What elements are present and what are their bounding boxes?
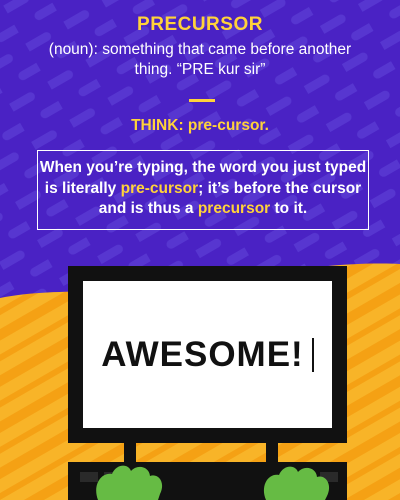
- explanation-highlight2: precursor: [197, 200, 271, 217]
- explanation-highlight1: pre-cursor: [120, 179, 199, 197]
- screen-content: AWESOME!: [83, 281, 332, 428]
- think-hint: THINK: pre-cursor.: [131, 117, 269, 134]
- word-title: PRECURSOR: [137, 14, 263, 35]
- screen-word: AWESOME!: [101, 334, 304, 374]
- text-cursor: [311, 337, 314, 372]
- explanation-part3: to it.: [270, 200, 308, 217]
- definition-text: (noun): something that came before anoth…: [48, 41, 352, 78]
- vocab-card: PRECURSOR (noun): something that came be…: [0, 0, 400, 500]
- explanation-text: When you’re typing, the word you just ty…: [37, 158, 369, 220]
- divider: [189, 99, 215, 102]
